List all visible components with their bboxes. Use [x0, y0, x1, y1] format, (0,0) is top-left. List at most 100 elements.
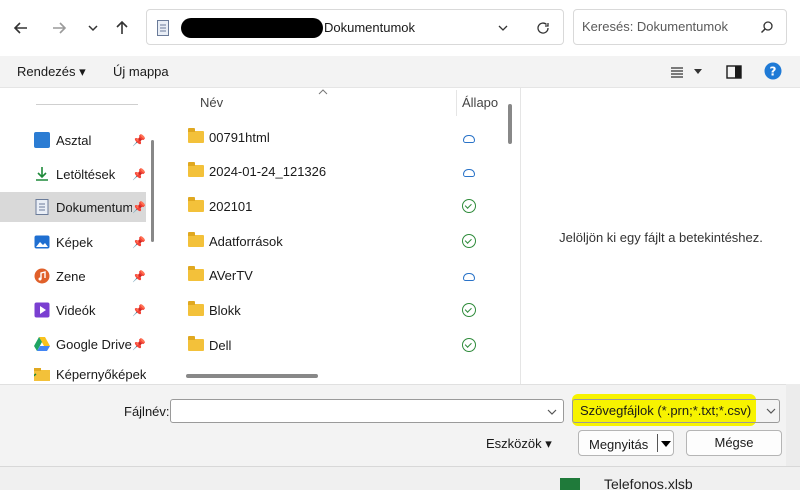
pin-icon[interactable]: 📌: [132, 201, 146, 214]
pin-icon[interactable]: 📌: [132, 304, 146, 317]
organize-button[interactable]: Rendezés ▾: [17, 64, 86, 80]
list-item[interactable]: Adatforrások: [168, 225, 504, 259]
file-list-vertical-scrollbar[interactable]: [508, 104, 512, 144]
sidebar-item-desktop[interactable]: Asztal 📌: [0, 125, 146, 155]
document-icon: [157, 20, 169, 36]
folder-icon: [188, 232, 204, 247]
search-icon[interactable]: [760, 20, 774, 34]
background-file-label: Telefonos.xlsb: [604, 476, 693, 490]
forward-button[interactable]: [48, 17, 70, 39]
file-list-horizontal-scrollbar[interactable]: [186, 374, 318, 378]
folder-icon: [188, 128, 204, 143]
filetype-select[interactable]: Szövegfájlok (*.prn;*.txt;*.csv): [572, 394, 782, 426]
command-toolbar: Rendezés ▾ Új mappa ?: [0, 56, 800, 88]
sidebar-item-label: Dokumentumok: [56, 199, 132, 215]
pin-icon[interactable]: 📌: [132, 168, 146, 181]
pin-icon[interactable]: 📌: [132, 134, 146, 147]
videos-icon: [34, 302, 50, 318]
sidebar-item-downloads[interactable]: Letöltések 📌: [0, 159, 146, 189]
folder-icon: [188, 197, 204, 212]
google-drive-icon: [34, 336, 50, 352]
sidebar-item-google-drive[interactable]: Google Drive 📌: [0, 329, 146, 359]
file-name: 202101: [209, 199, 253, 214]
sidebar-item-label: Letöltések: [56, 166, 116, 182]
cloud-icon: [462, 130, 476, 144]
download-icon: [34, 166, 50, 182]
open-button[interactable]: Megnyitás: [578, 430, 674, 456]
folder-icon: [34, 366, 50, 382]
desktop-icon: [34, 132, 50, 148]
synced-check-icon: [462, 338, 476, 352]
pin-icon[interactable]: 📌: [132, 236, 146, 249]
back-button[interactable]: [10, 17, 32, 39]
open-button-label: Megnyitás: [589, 437, 649, 452]
chevron-down-icon[interactable]: [766, 408, 776, 414]
sidebar-item-label: Asztal: [56, 132, 92, 148]
sidebar-item-videos[interactable]: Videók 📌: [0, 295, 146, 325]
list-item[interactable]: 2024-01-24_121326: [168, 155, 504, 189]
search-box[interactable]: [573, 9, 787, 45]
new-folder-button[interactable]: Új mappa: [113, 64, 169, 79]
sidebar-item-documents[interactable]: Dokumentumok 📌: [0, 192, 146, 222]
preview-pane: Jelöljön ki egy fájlt a betekintéshez.: [520, 88, 800, 384]
music-icon: [34, 268, 50, 284]
recent-locations-button[interactable]: [82, 17, 104, 39]
filename-input[interactable]: [175, 403, 535, 418]
preview-pane-icon[interactable]: [726, 64, 742, 80]
file-name: Blokk: [209, 303, 241, 318]
cloud-icon: [462, 268, 476, 282]
synced-check-icon: [462, 199, 476, 213]
help-icon[interactable]: ?: [764, 62, 782, 80]
arrow-left-icon: [13, 22, 27, 34]
list-item[interactable]: Blokk: [168, 294, 504, 328]
cloud-icon: [462, 164, 476, 178]
pin-icon[interactable]: 📌: [132, 270, 146, 283]
arrow-right-icon: [53, 22, 67, 34]
file-name: Dell: [209, 338, 232, 353]
excel-file-icon: [560, 478, 580, 490]
synced-check-icon: [462, 234, 476, 248]
cancel-button[interactable]: Mégse: [686, 430, 782, 456]
svg-text:?: ?: [770, 65, 777, 79]
sidebar-item-pictures[interactable]: Képek 📌: [0, 227, 146, 257]
list-item[interactable]: AVerTV: [168, 259, 504, 293]
address-box[interactable]: Dokumentumok: [146, 9, 564, 45]
filename-combobox[interactable]: [170, 399, 564, 423]
sidebar-item-screenshots[interactable]: Képernyőképek: [0, 363, 146, 385]
tools-menu-button[interactable]: Eszközök ▾: [486, 436, 552, 452]
list-item[interactable]: Dell: [168, 329, 504, 363]
file-name: AVerTV: [209, 268, 253, 283]
pictures-icon: [34, 234, 50, 250]
chevron-down-icon[interactable]: [547, 409, 557, 415]
redacted-path: [181, 18, 323, 38]
up-button[interactable]: [111, 17, 133, 39]
filename-label: Fájlnév:: [124, 404, 170, 419]
list-item[interactable]: 00791html: [168, 121, 504, 155]
folder-icon: [188, 336, 204, 351]
sidebar-item-label: Zene: [56, 268, 86, 284]
search-input[interactable]: [582, 19, 752, 34]
file-name: 2024-01-24_121326: [209, 164, 327, 179]
sidebar-item-music[interactable]: Zene 📌: [0, 261, 146, 291]
pin-icon[interactable]: 📌: [132, 338, 146, 351]
split-divider: [657, 434, 658, 452]
sidebar-item-label: Képernyőképek: [56, 366, 146, 382]
sidebar-scrollbar[interactable]: [151, 140, 154, 242]
sidebar-separator: [36, 104, 138, 105]
refresh-icon[interactable]: [535, 20, 551, 36]
column-header-status[interactable]: Állapo: [462, 95, 498, 110]
caret-down-icon[interactable]: [661, 440, 671, 448]
chevron-down-icon[interactable]: [694, 69, 702, 75]
arrow-up-icon: [116, 20, 128, 34]
filetype-value: Szövegfájlok (*.prn;*.txt;*.csv): [580, 403, 752, 418]
document-icon: [34, 199, 50, 215]
synced-check-icon: [462, 303, 476, 317]
list-item[interactable]: 202101: [168, 190, 504, 224]
chevron-down-icon[interactable]: [497, 22, 509, 34]
address-path-label: Dokumentumok: [324, 20, 416, 35]
column-header-name[interactable]: Név: [200, 95, 223, 110]
column-divider[interactable]: [456, 90, 457, 116]
folder-icon: [188, 301, 204, 316]
view-list-icon[interactable]: [670, 66, 684, 78]
sidebar-item-label: Videók: [56, 302, 96, 318]
